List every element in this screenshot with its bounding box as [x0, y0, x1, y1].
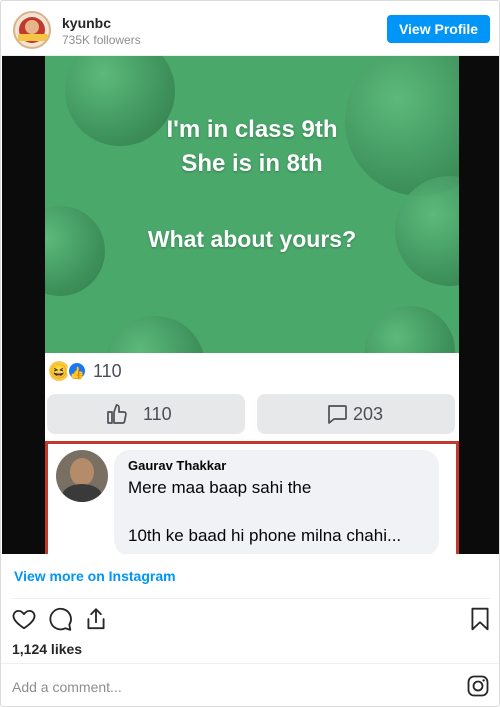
meme-card: I'm in class 9th She is in 8th What abou…: [45, 56, 459, 554]
highlighted-comment: Gaurav Thakkar Mere maa baap sahi the 10…: [45, 441, 459, 554]
like-count[interactable]: 1,124 likes: [12, 641, 82, 657]
divider: [12, 598, 490, 599]
football-graphic: [105, 316, 205, 353]
follower-count: 735K followers: [62, 33, 141, 47]
comment-icon[interactable]: [47, 606, 73, 632]
share-icon[interactable]: [83, 606, 109, 632]
like-emoji-icon: 👍: [67, 361, 87, 381]
instagram-icon[interactable]: [466, 674, 490, 698]
fb-comment-count: 203: [353, 404, 384, 424]
comment-text-line-1: Mere maa baap sahi the: [128, 478, 312, 497]
view-profile-button[interactable]: View Profile: [387, 15, 490, 43]
laugh-emoji-icon: 😆: [49, 361, 69, 381]
bookmark-icon[interactable]: [467, 606, 493, 632]
username[interactable]: kyunbc: [62, 15, 111, 31]
view-more-link[interactable]: View more on Instagram: [14, 568, 176, 584]
divider: [1, 663, 499, 664]
football-graphic: [365, 306, 455, 353]
meme-green-panel: I'm in class 9th She is in 8th What abou…: [45, 56, 459, 353]
commenter-name: Gaurav Thakkar: [128, 458, 227, 473]
profile-avatar[interactable]: [13, 11, 51, 49]
meme-text-line-1: I'm in class 9th: [166, 116, 338, 143]
thumbs-up-icon: [107, 404, 127, 424]
comment-text-line-2: 10th ke baad hi phone milna chahi...: [128, 526, 402, 545]
post-media[interactable]: I'm in class 9th She is in 8th What abou…: [2, 56, 499, 554]
post-actions: [1, 601, 499, 637]
comment-bubble: Gaurav Thakkar Mere maa baap sahi the 10…: [114, 450, 439, 554]
instagram-embed: kyunbc 735K followers View Profile I'm i…: [0, 0, 500, 707]
reaction-count: 110: [93, 361, 122, 381]
fb-like-count: 110: [143, 404, 172, 424]
meme-text-line-3: What about yours?: [147, 226, 357, 252]
comment-bubble-icon: [328, 405, 347, 424]
fb-comment-pill: 203: [257, 394, 455, 434]
add-comment-input[interactable]: [12, 677, 432, 697]
meme-text-line-2: She is in 8th: [181, 150, 323, 177]
reaction-summary: 😆 👍 110: [45, 353, 459, 389]
post-header: kyunbc 735K followers View Profile: [1, 1, 499, 56]
commenter-avatar: [56, 450, 108, 502]
heart-icon[interactable]: [11, 606, 37, 632]
fb-like-pill: 110: [47, 394, 245, 434]
